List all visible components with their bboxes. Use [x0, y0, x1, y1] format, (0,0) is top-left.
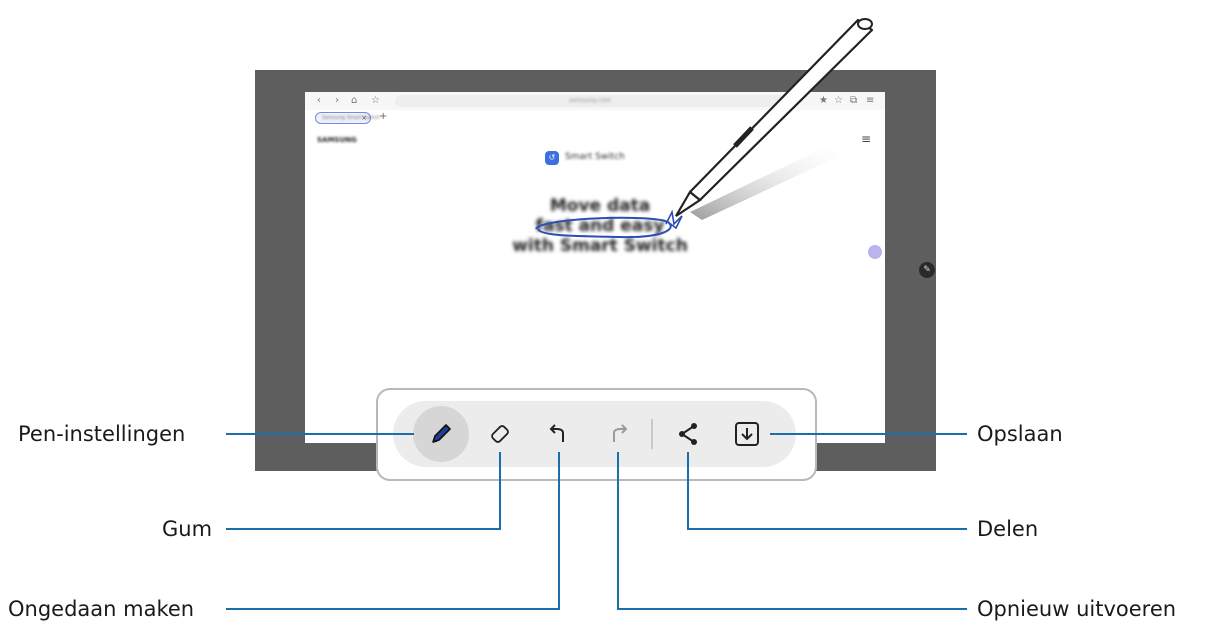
site-menu-icon[interactable]: ≡	[861, 132, 871, 146]
site-brand[interactable]: SAMSUNG	[317, 136, 357, 144]
label-undo: Ongedaan maken	[8, 597, 195, 621]
share-button[interactable]	[660, 406, 716, 462]
pen-icon	[432, 424, 451, 443]
smart-switch-logo-icon: ↺	[545, 151, 559, 165]
browser-address-bar: ‹ › ⌂ ☆ samsung.com ★ ☆ ⧉ ≡	[305, 92, 885, 111]
page-headline: Move data fast and easy with Smart Switc…	[485, 196, 715, 256]
tabs-icon[interactable]: ⧉	[850, 94, 857, 108]
logo-text: Smart Switch	[565, 152, 625, 162]
forward-icon[interactable]: ›	[335, 94, 339, 108]
pen-edge-icon[interactable]: ✎	[919, 262, 935, 278]
bookmarks-icon[interactable]: ☆	[834, 94, 843, 108]
redo-icon	[613, 424, 628, 442]
pen-settings-button[interactable]	[413, 406, 469, 462]
eraser-button[interactable]	[472, 406, 528, 462]
back-icon[interactable]: ‹	[317, 94, 321, 108]
redo-button[interactable]	[590, 406, 646, 462]
label-eraser: Gum	[162, 517, 213, 541]
toolbar-divider	[651, 419, 653, 449]
browser-tab-bar: Samsung Smart Switch × +	[305, 110, 885, 124]
headline-line: with Smart Switch	[512, 236, 688, 256]
label-save: Opslaan	[977, 422, 1063, 446]
browser-tab[interactable]: Samsung Smart Switch ×	[315, 112, 380, 124]
headline-line: fast and easy	[535, 216, 665, 236]
headline-line: Move data	[549, 196, 651, 216]
url-field[interactable]: samsung.com	[395, 95, 785, 107]
url-text: samsung.com	[569, 97, 611, 104]
undo-button[interactable]	[531, 406, 587, 462]
label-pen-settings: Pen-instellingen	[18, 422, 186, 446]
browser-menu-icon[interactable]: ≡	[866, 94, 874, 108]
tab-label: Samsung Smart Switch	[322, 115, 381, 121]
air-command-icon[interactable]	[868, 245, 882, 259]
home-icon[interactable]: ⌂	[351, 94, 357, 108]
label-share: Delen	[977, 517, 1039, 541]
eraser-icon	[491, 425, 509, 443]
label-redo: Opnieuw uitvoeren	[977, 597, 1177, 621]
close-tab-icon[interactable]: ×	[361, 113, 367, 123]
download-icon	[735, 422, 759, 446]
bookmark-icon[interactable]: ☆	[371, 94, 380, 108]
share-icon	[679, 423, 697, 445]
save-button[interactable]	[719, 406, 775, 462]
add-bookmark-icon[interactable]: ★	[819, 94, 828, 108]
new-tab-icon[interactable]: +	[379, 110, 387, 124]
undo-icon	[549, 424, 564, 442]
